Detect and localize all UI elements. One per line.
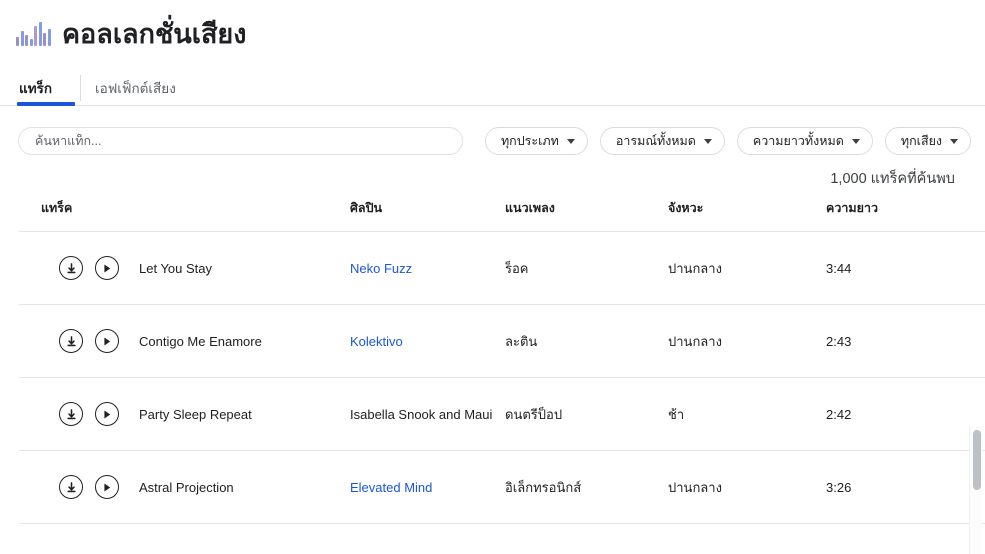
chevron-down-icon: [851, 138, 860, 144]
cell-genre: ละติน: [505, 304, 668, 378]
search-box[interactable]: [18, 127, 463, 155]
waveform-bar-5: [38, 22, 42, 46]
cell-tempo: ช้า: [668, 377, 826, 451]
cell-artist: Kolektivo: [350, 304, 505, 378]
cell-artist: Elevated Mind: [350, 450, 505, 524]
waveform-bar-3: [29, 39, 33, 46]
vertical-scrollbar[interactable]: [969, 426, 982, 554]
cell-genre: อิเล็กทรอนิกส์: [505, 450, 668, 524]
filter-chip-label: ทุกเสียง: [900, 134, 942, 148]
artist-link[interactable]: Neko Fuzz: [350, 261, 412, 276]
tab-divider: [80, 75, 82, 101]
filter-chips: ทุกประเภท อารมณ์ทั้งหมด ความยาวทั้งหมด ทุกเ…: [484, 127, 971, 155]
tab-sound-effects-label: เอฟเฟ็กต์เสียง: [95, 81, 176, 96]
cell-track: Party Sleep Repeat: [19, 377, 350, 451]
download-icon[interactable]: [59, 475, 83, 499]
column-header-genre: แนวเพลง: [505, 198, 668, 232]
track-title: Let You Stay: [139, 260, 213, 276]
play-icon[interactable]: [95, 256, 119, 280]
tab-tracks[interactable]: แทร็ก: [17, 70, 66, 106]
cell-duration: 2:43: [826, 304, 985, 378]
tracks-table: แทร็ค ศิลปิน แนวเพลง จังหวะ ความยาว Let …: [19, 198, 985, 524]
artist-link[interactable]: Elevated Mind: [350, 480, 432, 495]
cell-genre: ดนตรีป็อป: [505, 377, 668, 451]
track-title: Party Sleep Repeat: [139, 406, 252, 422]
cell-duration: 2:42: [826, 377, 985, 451]
page-header: คอลเลกชั่นเสียง: [0, 0, 985, 56]
cell-track: Let You Stay: [19, 231, 350, 305]
waveform-bar-6: [43, 33, 46, 46]
result-count: 1,000 แทร็คที่ค้นพบ: [830, 171, 955, 187]
filter-chip-label: อารมณ์ทั้งหมด: [615, 134, 696, 148]
tab-bar: แทร็ก เอฟเฟ็กต์เสียง: [0, 70, 985, 106]
column-header-artist: ศิลปิน: [350, 198, 505, 232]
scrollbar-thumb[interactable]: [972, 430, 981, 490]
download-icon[interactable]: [59, 402, 83, 426]
cell-artist: Neko Fuzz: [350, 231, 505, 305]
tab-tracks-label: แทร็ก: [19, 81, 53, 96]
tracks-table-area: แทร็ค ศิลปิน แนวเพลง จังหวะ ความยาว Let …: [0, 198, 985, 554]
table-row[interactable]: Party Sleep Repeat Isabella Snook and Mau…: [19, 377, 985, 451]
play-icon[interactable]: [95, 329, 119, 353]
chevron-down-icon: [566, 138, 575, 144]
page-title: คอลเลกชั่นเสียง: [62, 19, 247, 49]
waveform-bar-2: [25, 35, 28, 46]
tab-underline: [0, 105, 985, 106]
search-input[interactable]: [35, 134, 446, 148]
artist-name: Isabella Snook and Maui: [350, 406, 493, 422]
tab-active-indicator: [17, 102, 75, 106]
cell-track: Astral Projection: [19, 450, 350, 524]
track-title: Contigo Me Enamore: [139, 333, 262, 349]
download-icon[interactable]: [59, 329, 83, 353]
cell-tempo: ปานกลาง: [668, 231, 826, 305]
play-icon[interactable]: [95, 475, 119, 499]
cell-track: Contigo Me Enamore: [19, 304, 350, 378]
filter-chip-1[interactable]: อารมณ์ทั้งหมด: [599, 127, 725, 155]
play-icon[interactable]: [95, 402, 119, 426]
filter-chip-2[interactable]: ความยาวทั้งหมด: [736, 127, 873, 155]
table-row[interactable]: Let You Stay Neko Fuzz ร็อค ปานกลาง 3:44: [19, 231, 985, 305]
waveform-bar-0: [16, 37, 19, 46]
column-header-tempo: จังหวะ: [668, 198, 826, 232]
table-row[interactable]: Contigo Me Enamore Kolektivo ละติน ปานกลาง 2…: [19, 304, 985, 378]
cell-tempo: ปานกลาง: [668, 304, 826, 378]
cell-tempo: ปานกลาง: [668, 450, 826, 524]
filter-bar: ทุกประเภท อารมณ์ทั้งหมด ความยาวทั้งหมด ทุกเ…: [0, 106, 985, 155]
cell-duration: 3:26: [826, 450, 985, 524]
chevron-down-icon: [950, 138, 958, 144]
table-header-row: แทร็ค ศิลปิน แนวเพลง จังหวะ ความยาว: [19, 198, 985, 232]
track-title: Astral Projection: [139, 479, 234, 495]
tab-sound-effects[interactable]: เอฟเฟ็กต์เสียง: [95, 70, 190, 106]
cell-duration: 3:44: [826, 231, 985, 305]
sound-collection-page: คอลเลกชั่นเสียง แทร็ก เอฟเฟ็กต์เสียง ทุก…: [0, 0, 985, 554]
filter-chip-label: ความยาวทั้งหมด: [752, 134, 844, 148]
waveform-bar-7: [47, 29, 51, 46]
waveform-bar-1: [20, 31, 24, 46]
filter-chip-label: ทุกประเภท: [500, 134, 559, 148]
filter-chip-3[interactable]: ทุกเสียง: [884, 127, 971, 155]
audio-waveform-icon: [16, 20, 52, 46]
column-header-track: แทร็ค: [19, 198, 350, 232]
cell-artist: Isabella Snook and Maui: [350, 377, 505, 451]
filter-chip-0[interactable]: ทุกประเภท: [484, 127, 588, 155]
cell-genre: ร็อค: [505, 231, 668, 305]
chevron-down-icon: [703, 138, 712, 144]
download-icon[interactable]: [59, 256, 83, 280]
column-header-duration: ความยาว: [826, 198, 985, 232]
waveform-bar-4: [34, 26, 37, 46]
table-row[interactable]: Astral Projection Elevated Mind อิเล็กทรอน…: [19, 450, 985, 524]
artist-link[interactable]: Kolektivo: [350, 334, 403, 349]
